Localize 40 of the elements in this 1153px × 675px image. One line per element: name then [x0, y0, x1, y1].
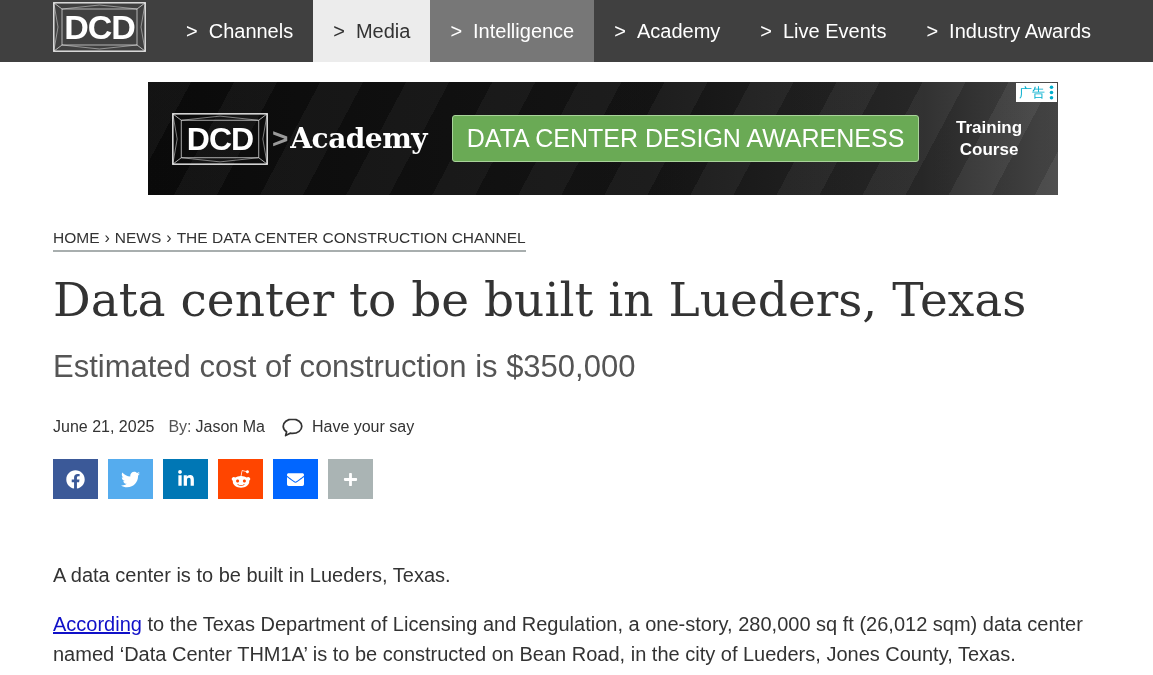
ad-tagline: Training Course [955, 116, 1024, 161]
plus-icon [343, 471, 358, 487]
nav-link[interactable]: > Live Events [740, 0, 907, 62]
comments-link[interactable]: Have your say [281, 417, 415, 437]
breadcrumb-link[interactable]: THE DATA CENTER CONSTRUCTION CHANNEL [176, 228, 526, 248]
breadcrumb-link[interactable]: HOME [53, 228, 100, 248]
more-share-button[interactable] [328, 459, 373, 499]
speech-bubble-icon [281, 417, 303, 437]
ad-label: 广告 [1019, 84, 1045, 102]
facebook-share-button[interactable] [53, 459, 98, 499]
nav-link[interactable]: > Media [313, 0, 431, 62]
publish-date: June 21, 2025 [53, 417, 155, 437]
facebook-icon [66, 469, 85, 489]
bird-icon [121, 469, 140, 489]
envelope-icon [287, 470, 304, 488]
source-link[interactable]: According [53, 613, 142, 635]
nav-link[interactable]: > Academy [594, 0, 741, 62]
reddit-icon [230, 469, 251, 489]
breadcrumb-link[interactable]: NEWS [114, 228, 162, 248]
article-subtitle: Estimated cost of construction is $350,000 [53, 349, 637, 385]
reddit-share-button[interactable] [218, 459, 263, 499]
breadcrumb-separator: › [104, 228, 110, 248]
article-paragraph: A data center is to be built in Lueders, Texas. [53, 563, 452, 588]
linkedin-icon [176, 470, 195, 488]
nav-link[interactable]: > Channels [166, 0, 314, 62]
byline-label: By: [168, 417, 192, 437]
linkedin-share-button[interactable] [163, 459, 208, 499]
logo-separator: > [272, 122, 289, 155]
kebab-menu-icon[interactable] [1049, 85, 1054, 100]
nav-link[interactable]: > Industry Awards [906, 0, 1111, 62]
article-title: Data center to be built in Lueders, Texas [53, 272, 1028, 328]
email-share-button[interactable] [273, 459, 318, 499]
academy-wordmark: Academy [290, 122, 428, 155]
article-paragraph: According to the Texas Department of Licensing and Regulation, a one-story, 280,000 sq ft (26,012 sqm) data center named ‘Data Center THM1A’ is to be constructed on Bean Road, in the city of Lueders, Jones County, Texas. [53, 612, 1084, 667]
breadcrumb-separator: › [166, 228, 172, 248]
nav-link[interactable]: > Intelligence [430, 0, 595, 62]
author-link[interactable]: Jason Ma [195, 417, 265, 437]
twitter-share-button[interactable] [108, 459, 153, 499]
dcd-logo[interactable]: DCD [53, 2, 146, 52]
dcd-academy-logo: DCD [172, 112, 268, 165]
